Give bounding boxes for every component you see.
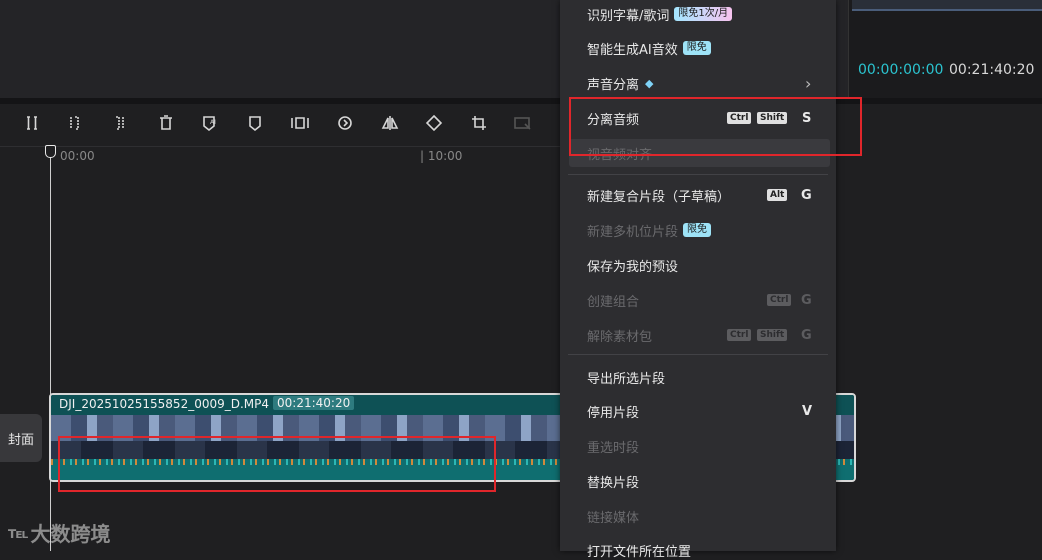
- player-frame: [852, 0, 1042, 11]
- total-timecode: 00:21:40:20: [949, 62, 1035, 78]
- menu-item-label: 链接媒体: [587, 510, 640, 526]
- shortcut-key: Ctrl: [727, 329, 752, 341]
- menu-item-unpack-material: 解除素材包 Ctrl Shift G: [587, 325, 827, 345]
- player-panel: [848, 0, 1042, 98]
- menu-item-disable-clip[interactable]: 停用片段 V: [587, 401, 827, 421]
- free-badge: 限免: [683, 223, 712, 237]
- cover-button[interactable]: 封面: [0, 414, 42, 462]
- menu-item-multicam-clip: 新建多机位片段 限免: [587, 220, 827, 240]
- reverse-icon[interactable]: [334, 112, 356, 134]
- marker-icon[interactable]: [244, 112, 266, 134]
- menu-item-label: 识别字幕/歌词: [587, 8, 670, 24]
- watermark-text: 大数跨境: [30, 522, 111, 546]
- menu-item-replace-clip[interactable]: 替换片段: [587, 471, 827, 491]
- mirror-icon[interactable]: [379, 112, 401, 134]
- menu-item-label: 新建多机位片段: [587, 224, 679, 240]
- ai-marker-icon[interactable]: AI: [199, 112, 221, 134]
- menu-item-open-file-location[interactable]: 打开文件所在位置: [587, 540, 827, 560]
- menu-item-label: 解除素材包: [587, 329, 653, 345]
- current-timecode: 00:00:00:00: [858, 62, 944, 78]
- diamond-icon: ◆: [645, 76, 654, 90]
- shortcut-key: V: [802, 403, 813, 419]
- playhead-handle[interactable]: [45, 145, 56, 158]
- ruler-label: 00:00: [60, 149, 95, 163]
- menu-item-link-media: 链接媒体: [587, 506, 827, 526]
- menu-item-voice-separation[interactable]: 声音分离 ◆ ›: [587, 73, 827, 93]
- free-badge: 限免: [682, 41, 711, 55]
- crop-disabled-icon: [512, 112, 534, 134]
- split-left-icon[interactable]: [64, 112, 86, 134]
- svg-text:AI: AI: [210, 119, 216, 126]
- shortcut-key: Shift: [757, 329, 788, 341]
- menu-divider: [568, 174, 828, 175]
- shortcut-key: G: [801, 292, 812, 308]
- watermark: ℡ 大数跨境: [8, 518, 111, 547]
- delete-icon[interactable]: [155, 112, 177, 134]
- split-right-icon[interactable]: [108, 112, 130, 134]
- menu-item-label: 创建组合: [587, 294, 640, 310]
- menu-item-label: 导出所选片段: [587, 371, 666, 387]
- menu-item-recognize-subtitles[interactable]: 识别字幕/歌词 限免1次/月: [587, 4, 827, 24]
- menu-item-reselect-range: 重选时段: [587, 436, 827, 456]
- crop-icon[interactable]: [468, 112, 490, 134]
- submenu-arrow-icon: ›: [805, 73, 812, 93]
- shortcut-key: Ctrl: [767, 294, 792, 306]
- menu-item-ai-sound-effect[interactable]: 智能生成AI音效 限免: [587, 38, 827, 58]
- menu-item-create-group: 创建组合 Ctrl G: [587, 290, 827, 310]
- playhead-line[interactable]: [50, 152, 51, 551]
- menu-item-save-preset[interactable]: 保存为我的预设: [587, 255, 827, 275]
- menu-item-label: 重选时段: [587, 440, 640, 456]
- freeze-icon[interactable]: [289, 112, 311, 134]
- context-menu: 识别字幕/歌词 限免1次/月 智能生成AI音效 限免 声音分离 ◆ › 分离音频…: [560, 0, 836, 560]
- clip-duration: 00:21:40:20: [273, 396, 355, 410]
- menu-divider: [568, 354, 828, 355]
- shortcut-key: G: [801, 327, 812, 343]
- menu-item-label: 智能生成AI音效: [587, 42, 678, 58]
- menu-item-label: 保存为我的预设: [587, 259, 679, 275]
- rotate-icon[interactable]: [423, 112, 445, 134]
- watermark-logo-icon: ℡: [8, 523, 29, 542]
- clip-name: DJI_20251025155852_0009_D.MP4: [59, 397, 270, 411]
- menu-item-label: 新建复合片段（子草稿）: [587, 189, 731, 205]
- ruler-label: | 10:00: [420, 149, 463, 163]
- menu-item-label: 声音分离: [587, 77, 640, 93]
- shortcut-key: G: [801, 187, 812, 203]
- highlight-box: [58, 436, 496, 492]
- menu-item-label: 替换片段: [587, 475, 640, 491]
- menu-item-new-compound-clip[interactable]: 新建复合片段（子草稿） Alt G: [587, 185, 827, 205]
- highlight-box: [569, 97, 862, 156]
- split-icon[interactable]: [21, 112, 43, 134]
- free-badge: 限免1次/月: [674, 7, 733, 21]
- menu-item-label: 打开文件所在位置: [587, 544, 692, 560]
- shortcut-key: Alt: [767, 189, 788, 201]
- menu-item-export-selected[interactable]: 导出所选片段: [587, 367, 827, 387]
- menu-item-label: 停用片段: [587, 405, 640, 421]
